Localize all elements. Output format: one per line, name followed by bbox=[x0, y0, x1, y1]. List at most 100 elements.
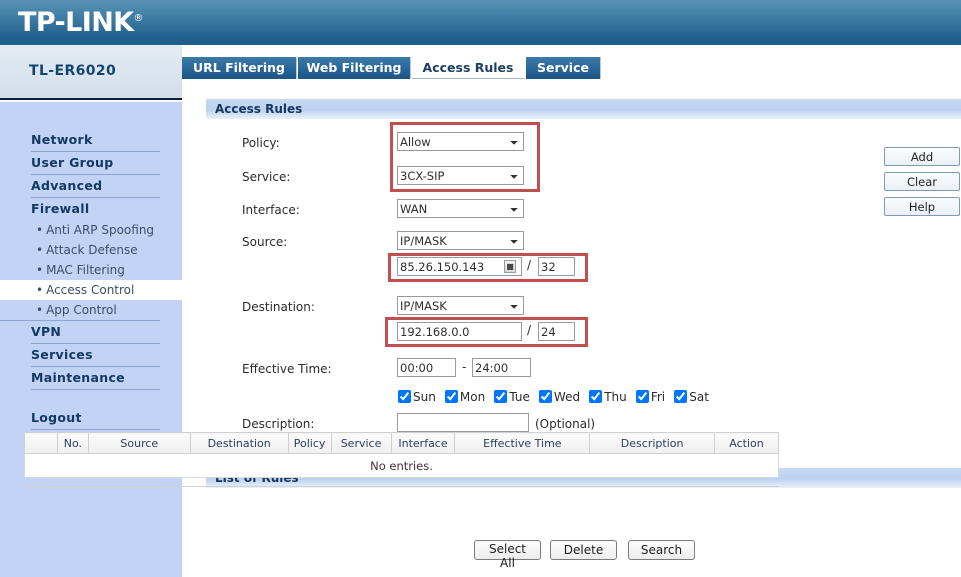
destination-ip-input[interactable] bbox=[397, 322, 522, 341]
sidebar-item-app-control[interactable]: • App Control bbox=[0, 300, 160, 321]
add-button[interactable]: Add bbox=[884, 147, 960, 166]
sidebar-item-anti-arp-spoofing[interactable]: • Anti ARP Spoofing bbox=[0, 220, 182, 240]
table-body: No entries. bbox=[24, 453, 779, 478]
destination-type-select[interactable]: IP/MASK bbox=[397, 296, 524, 315]
destination-mask-input[interactable] bbox=[538, 322, 575, 341]
sidebar-item-label: User Group bbox=[31, 155, 114, 170]
interface-select[interactable]: WAN bbox=[397, 199, 524, 218]
day-sun[interactable]: Sun bbox=[398, 390, 436, 404]
add-button-label: Add bbox=[910, 149, 934, 164]
sidebar-nav: Network User Group Advanced Firewall • An… bbox=[0, 102, 182, 577]
registered-mark: ® bbox=[133, 13, 144, 24]
effective-time-separator: - bbox=[462, 360, 467, 374]
search-button[interactable]: Search bbox=[628, 540, 695, 560]
day-sun-checkbox[interactable] bbox=[398, 390, 411, 403]
brand-name: TP-LINK bbox=[18, 7, 134, 38]
day-fri-checkbox[interactable] bbox=[635, 390, 649, 403]
sidebar-item-label: Logout bbox=[31, 410, 82, 425]
effective-time-days: Sun Mon Tue Wed Thu Fri Sat bbox=[398, 386, 713, 405]
clear-button[interactable]: Clear bbox=[884, 172, 960, 191]
tab-service[interactable]: Service bbox=[526, 57, 601, 79]
day-sat-checkbox[interactable] bbox=[674, 390, 688, 403]
tab-access-rules[interactable]: Access Rules bbox=[412, 57, 525, 79]
effective-time-start-input[interactable] bbox=[397, 358, 456, 377]
source-label: Source: bbox=[242, 235, 288, 249]
day-mon[interactable]: Mon bbox=[444, 390, 486, 404]
router-admin-page: TP-LINK® TL-ER6020 Network User Group Ad… bbox=[0, 0, 961, 577]
sidebar-item-vpn[interactable]: VPN bbox=[31, 321, 160, 344]
sidebar-item-access-control[interactable]: • Access Control bbox=[0, 280, 182, 300]
sidebar-item-logout[interactable]: Logout bbox=[31, 407, 160, 430]
sidebar-item-advanced[interactable]: Advanced bbox=[31, 175, 160, 198]
sidebar-item-label: App Control bbox=[46, 303, 117, 317]
sidebar-item-network[interactable]: Network bbox=[31, 129, 160, 152]
sidebar-item-label: MAC Filtering bbox=[46, 263, 125, 277]
day-label: Mon bbox=[459, 390, 486, 404]
sidebar-item-label: Advanced bbox=[31, 178, 103, 193]
description-input[interactable] bbox=[397, 413, 529, 432]
day-mon-checkbox[interactable] bbox=[444, 390, 458, 403]
sidebar-item-user-group[interactable]: User Group bbox=[31, 152, 160, 175]
day-thu-checkbox[interactable] bbox=[589, 390, 603, 403]
sidebar-item-mac-filtering[interactable]: • MAC Filtering bbox=[0, 260, 182, 280]
tab-bar: URL Filtering Web Filtering Access Rules… bbox=[182, 57, 961, 79]
day-label: Wed bbox=[553, 390, 581, 404]
tab-url-filtering[interactable]: URL Filtering bbox=[182, 57, 297, 79]
day-sat[interactable]: Sat bbox=[674, 390, 709, 404]
tab-label: Service bbox=[537, 60, 589, 75]
description-optional-hint: (Optional) bbox=[535, 417, 596, 431]
col-description: Description bbox=[589, 432, 716, 454]
clear-button-label: Clear bbox=[906, 174, 938, 189]
sidebar-item-attack-defense[interactable]: • Attack Defense bbox=[0, 240, 182, 260]
help-button-label: Help bbox=[908, 199, 936, 214]
day-wed[interactable]: Wed bbox=[538, 390, 581, 404]
service-label: Service: bbox=[242, 170, 291, 184]
search-button-label: Search bbox=[640, 543, 683, 557]
sidebar-item-maintenance[interactable]: Maintenance bbox=[31, 367, 160, 390]
day-label: Fri bbox=[650, 390, 666, 404]
select-all-button[interactable]: Select All bbox=[474, 540, 541, 570]
col-effective-time: Effective Time bbox=[454, 432, 591, 454]
empty-message: No entries. bbox=[24, 453, 779, 478]
day-label: Sat bbox=[689, 390, 709, 404]
day-wed-checkbox[interactable] bbox=[538, 390, 552, 403]
sidebar-item-label: VPN bbox=[31, 324, 62, 339]
col-action: Action bbox=[714, 432, 779, 454]
source-type-select[interactable]: IP/MASK bbox=[397, 231, 524, 250]
delete-button[interactable]: Delete bbox=[550, 540, 617, 560]
tab-underline bbox=[182, 79, 961, 80]
sidebar-item-label: Access Control bbox=[46, 283, 135, 297]
source-mask-input[interactable] bbox=[538, 257, 575, 276]
sidebar-item-services[interactable]: Services bbox=[31, 344, 160, 367]
day-fri[interactable]: Fri bbox=[635, 390, 666, 404]
help-button[interactable]: Help bbox=[884, 197, 960, 216]
tab-web-filtering[interactable]: Web Filtering bbox=[298, 57, 411, 79]
sidebar-item-label: Maintenance bbox=[31, 370, 125, 385]
tab-label: Access Rules bbox=[422, 60, 514, 75]
model-box: TL-ER6020 bbox=[0, 45, 182, 100]
section-title: Access Rules bbox=[215, 102, 303, 116]
policy-select[interactable]: Allow bbox=[397, 132, 524, 151]
col-destination: Destination bbox=[189, 432, 289, 454]
tab-label: Web Filtering bbox=[306, 60, 402, 75]
sidebar-item-firewall[interactable]: Firewall bbox=[31, 198, 160, 220]
service-select[interactable]: 3CX-SIP bbox=[397, 166, 524, 185]
effective-time-end-input[interactable] bbox=[472, 358, 531, 377]
rules-table: No. Source Destination Policy Service In… bbox=[24, 432, 779, 478]
destination-label: Destination: bbox=[242, 300, 315, 314]
day-tue[interactable]: Tue bbox=[494, 390, 530, 404]
source-ip-spinner-icon[interactable]: ■ bbox=[504, 260, 516, 273]
destination-slash: / bbox=[527, 323, 532, 337]
effective-time-label: Effective Time: bbox=[242, 362, 332, 376]
day-label: Thu bbox=[604, 390, 627, 404]
main-content: URL Filtering Web Filtering Access Rules… bbox=[182, 45, 961, 577]
day-thu[interactable]: Thu bbox=[589, 390, 627, 404]
day-tue-checkbox[interactable] bbox=[494, 390, 508, 403]
col-policy: Policy bbox=[287, 432, 332, 454]
select-all-button-label: Select All bbox=[488, 542, 527, 570]
bullet-icon: • bbox=[36, 243, 44, 257]
col-service: Service bbox=[330, 432, 392, 454]
tab-label: URL Filtering bbox=[193, 60, 285, 75]
bullet-icon: • bbox=[36, 223, 44, 237]
section-header-access-rules: Access Rules bbox=[206, 99, 961, 119]
